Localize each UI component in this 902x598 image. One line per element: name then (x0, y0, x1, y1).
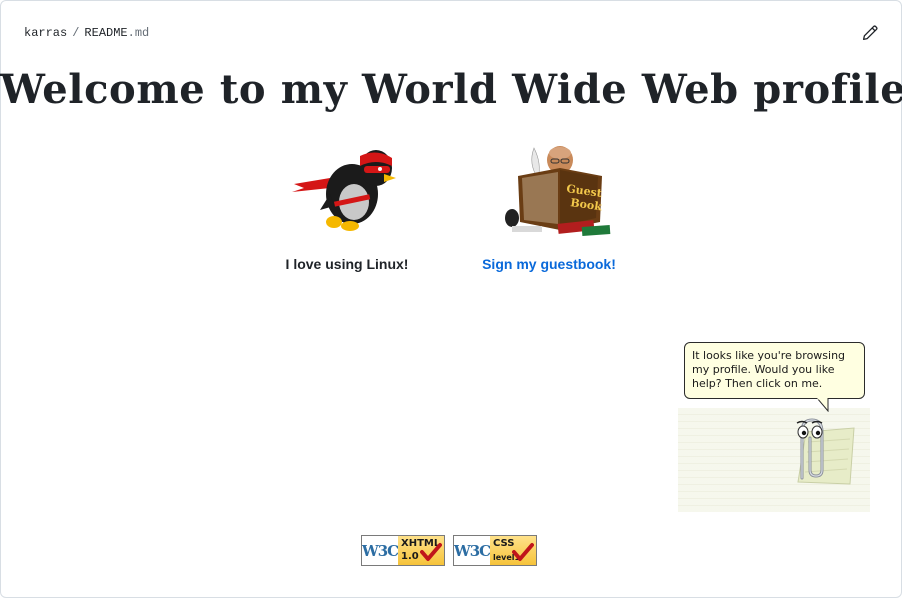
linux-card: I love using Linux! (268, 140, 426, 280)
w3c-logo: W3C (454, 536, 491, 565)
w3c-logo: W3C (362, 536, 399, 565)
edit-file-button[interactable] (860, 23, 880, 43)
breadcrumb-repo[interactable]: karras (24, 26, 67, 40)
tux-ninja-icon (292, 150, 396, 231)
w3c-css-badge[interactable]: W3C CSS level1 (453, 535, 537, 566)
pencil-icon (862, 25, 878, 41)
bubble-line-1: It looks like you're browsing (692, 349, 846, 362)
bubble-tail-icon (816, 398, 829, 412)
breadcrumb-file-name: README (84, 26, 128, 40)
clippy-speech-bubble[interactable]: It looks like you're browsing my profile… (684, 342, 865, 399)
page-title: Welcome to my World Wide Web profile! (0, 66, 902, 113)
linux-label: I love using Linux! (285, 256, 409, 272)
badge-label: XHTML 1.0 (398, 536, 444, 565)
clippy-assistant[interactable]: It looks like you're browsing my profile… (676, 336, 876, 516)
w3c-xhtml-badge[interactable]: W3C XHTML 1.0 (361, 535, 445, 566)
guestbook-link[interactable]: Sign my guestbook! (468, 256, 630, 272)
checkmark-icon (512, 543, 534, 561)
bubble-line-3: help? Then click on me. (692, 377, 823, 390)
badge-label: CSS level1 (490, 536, 536, 565)
guestbook-reader-icon: Guest Book (505, 146, 611, 236)
breadcrumb-separator: / (72, 26, 80, 40)
guestbook-card[interactable]: Guest Book Sign my guestbook! (468, 140, 630, 280)
paperclip-assistant-icon (796, 418, 855, 485)
checkmark-icon (420, 543, 442, 561)
breadcrumb-file-ext: .md (127, 26, 150, 40)
w3c-badges: W3C XHTML 1.0 W3C CSS level1 (361, 535, 537, 566)
breadcrumb: karras / README .md (24, 25, 149, 41)
badge-xhtml-version: 1.0 (401, 551, 419, 562)
bubble-line-2: my profile. Would you like (692, 363, 835, 376)
